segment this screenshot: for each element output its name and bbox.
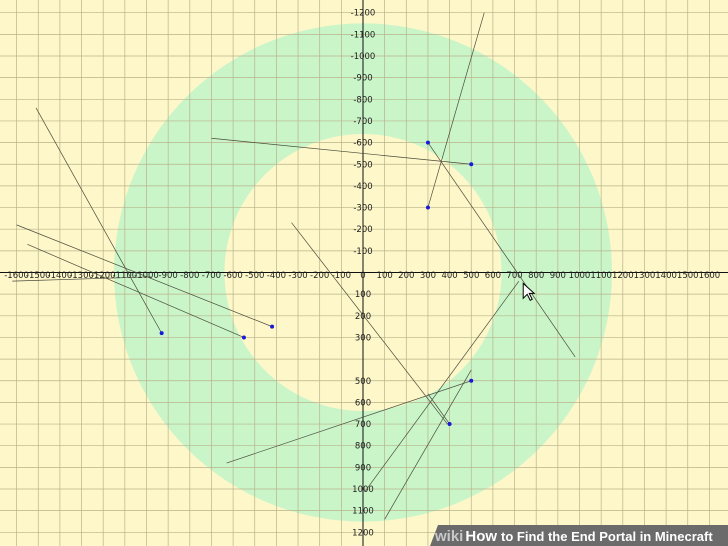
data-point bbox=[241, 335, 246, 340]
x-tick-label: 1100 bbox=[590, 271, 612, 281]
y-tick-label: -100 bbox=[353, 247, 372, 257]
y-tick-label: -600 bbox=[353, 139, 372, 149]
data-point bbox=[270, 324, 275, 329]
x-tick-label: -600 bbox=[223, 271, 242, 281]
data-point bbox=[425, 205, 430, 210]
y-tick-label: 100 bbox=[355, 290, 371, 300]
y-tick-label: -300 bbox=[353, 204, 372, 214]
watermark-how: How bbox=[465, 528, 497, 545]
x-tick-label: -500 bbox=[245, 271, 264, 281]
x-tick-label: -1000 bbox=[134, 271, 159, 281]
watermark-wiki: wiki bbox=[434, 528, 463, 545]
y-tick-label: 500 bbox=[355, 377, 371, 387]
x-tick-label: -700 bbox=[202, 271, 221, 281]
y-tick-label: 900 bbox=[355, 463, 371, 473]
watermark-rest: to Find the End Portal in Minecraft bbox=[501, 529, 713, 544]
watermark-text: wiki How to Find the End Portal in Minecra… bbox=[434, 528, 713, 545]
y-tick-label: 1200 bbox=[352, 528, 374, 538]
y-tick-label: -1200 bbox=[351, 9, 376, 19]
y-tick-label: -800 bbox=[353, 95, 372, 105]
y-tick-label: 600 bbox=[355, 398, 371, 408]
data-point bbox=[425, 140, 430, 145]
x-tick-label: -200 bbox=[310, 271, 329, 281]
x-tick-label: 200 bbox=[398, 271, 414, 281]
y-tick-label: -900 bbox=[353, 74, 372, 84]
x-tick-label: 0 bbox=[360, 271, 365, 281]
y-tick-label: 700 bbox=[355, 420, 371, 430]
x-tick-label: -800 bbox=[180, 271, 199, 281]
x-tick-label: 600 bbox=[485, 271, 501, 281]
x-tick-label: -300 bbox=[288, 271, 307, 281]
x-tick-label: 1500 bbox=[677, 271, 699, 281]
y-tick-label: -1000 bbox=[351, 52, 376, 62]
y-tick-label: 300 bbox=[355, 333, 371, 343]
x-tick-label: 1000 bbox=[569, 271, 591, 281]
x-tick-label: 900 bbox=[550, 271, 566, 281]
coordinate-chart: -1600-1500-1400-1300-1200-1100-1000 -900-… bbox=[0, 0, 728, 546]
x-tick-label: 100 bbox=[377, 271, 393, 281]
x-tick-label: 1200 bbox=[612, 271, 634, 281]
data-point bbox=[469, 162, 474, 167]
y-tick-label: 1100 bbox=[352, 507, 374, 517]
wikihow-watermark: wiki How to Find the End Portal in Minecra… bbox=[430, 525, 728, 546]
y-tick-label: -500 bbox=[353, 160, 372, 170]
x-tick-label: 500 bbox=[463, 271, 479, 281]
y-tick-label: -1100 bbox=[351, 30, 376, 40]
y-tick-label: 200 bbox=[355, 312, 371, 322]
x-tick-label: -100 bbox=[332, 271, 351, 281]
chart-stage: -1600 -1500 -1400 -1300 -1200 -1100 -1000 -900-… bbox=[0, 0, 728, 546]
data-point bbox=[159, 331, 164, 336]
y-tick-label: -700 bbox=[353, 117, 372, 127]
data-point bbox=[469, 378, 474, 383]
x-tick-label: -900 bbox=[159, 271, 178, 281]
y-tick-label: 800 bbox=[355, 442, 371, 452]
x-tick-label: -400 bbox=[267, 271, 286, 281]
y-tick-label: -200 bbox=[353, 225, 372, 235]
x-tick-label: 800 bbox=[528, 271, 544, 281]
x-tick-label: 300 bbox=[420, 271, 436, 281]
y-tick-label: -400 bbox=[353, 182, 372, 192]
x-tick-label: 400 bbox=[441, 271, 457, 281]
x-tick-label: 1400 bbox=[655, 271, 677, 281]
x-tick-label: 1600 bbox=[699, 271, 721, 281]
x-tick-label: 700 bbox=[506, 271, 522, 281]
data-point bbox=[447, 422, 452, 427]
x-tick-label: 1300 bbox=[634, 271, 656, 281]
y-tick-label: 1000 bbox=[352, 485, 374, 495]
